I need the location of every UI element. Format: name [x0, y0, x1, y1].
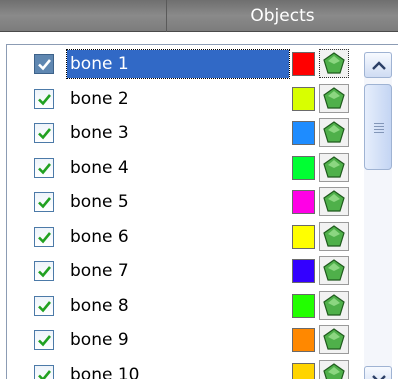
color-swatch[interactable]: [292, 52, 315, 76]
green-polygon-icon: [323, 259, 345, 281]
color-swatch[interactable]: [292, 362, 315, 379]
list-item[interactable]: bone 7: [7, 254, 361, 288]
green-polygon-icon: [323, 86, 345, 109]
green-polygon-icon: [323, 224, 345, 247]
color-swatch[interactable]: [292, 121, 315, 145]
list-item[interactable]: bone 9: [7, 323, 361, 357]
checkmark-icon: [38, 300, 52, 312]
visibility-checkbox[interactable]: [34, 88, 54, 109]
color-swatch[interactable]: [292, 190, 315, 214]
green-polygon-icon: [323, 52, 345, 74]
scroll-down-button[interactable]: [364, 366, 392, 379]
list-item[interactable]: bone 4: [7, 151, 361, 185]
object-type-button[interactable]: [319, 325, 349, 354]
object-type-button[interactable]: [319, 187, 349, 216]
item-label[interactable]: bone 6: [67, 223, 289, 251]
green-polygon-icon: [323, 362, 345, 379]
list-item[interactable]: bone 10: [7, 358, 361, 379]
checkmark-icon: [38, 266, 52, 278]
scroll-thumb[interactable]: [364, 84, 392, 170]
list-item[interactable]: bone 1: [7, 47, 361, 81]
color-swatch[interactable]: [292, 328, 315, 352]
visibility-checkbox[interactable]: [34, 364, 54, 379]
list-item[interactable]: bone 8: [7, 289, 361, 323]
item-label[interactable]: bone 5: [67, 188, 289, 216]
visibility-checkbox[interactable]: [34, 192, 54, 212]
green-polygon-icon: [323, 155, 345, 178]
visibility-checkbox[interactable]: [34, 226, 54, 247]
visibility-checkbox[interactable]: [34, 123, 54, 143]
chevron-up-icon: [372, 61, 386, 70]
chevron-down-icon: [372, 375, 386, 379]
object-type-button[interactable]: [319, 359, 349, 379]
object-type-button[interactable]: [319, 152, 349, 182]
visibility-checkbox[interactable]: [34, 54, 54, 74]
list-item[interactable]: bone 2: [7, 82, 361, 116]
panel-header: Objects: [0, 0, 398, 32]
item-label[interactable]: bone 2: [67, 85, 289, 113]
green-polygon-icon: [323, 328, 345, 350]
checkmark-icon: [38, 128, 52, 140]
scroll-up-button[interactable]: [364, 52, 392, 78]
item-label[interactable]: bone 3: [67, 119, 289, 147]
item-label[interactable]: bone 10: [67, 361, 289, 379]
list-item[interactable]: bone 6: [7, 220, 361, 254]
item-label[interactable]: bone 4: [67, 154, 289, 182]
panel-title: Objects: [166, 0, 398, 32]
object-type-button[interactable]: [319, 49, 349, 78]
object-type-button[interactable]: [319, 221, 349, 251]
visibility-checkbox[interactable]: [34, 157, 54, 178]
item-label[interactable]: bone 8: [67, 292, 289, 320]
color-swatch[interactable]: [292, 155, 315, 180]
checkmark-icon: [38, 231, 52, 243]
object-type-button[interactable]: [319, 83, 349, 113]
checkmark-icon: [38, 369, 52, 379]
checkmark-icon: [38, 335, 52, 347]
color-swatch[interactable]: [292, 259, 315, 283]
color-swatch[interactable]: [292, 293, 315, 318]
color-swatch[interactable]: [292, 224, 315, 249]
color-swatch[interactable]: [292, 86, 315, 111]
checkmark-icon: [38, 197, 52, 209]
visibility-checkbox[interactable]: [34, 261, 54, 281]
object-type-button[interactable]: [319, 256, 349, 285]
visibility-checkbox[interactable]: [34, 295, 54, 316]
object-type-button[interactable]: [319, 290, 349, 320]
visibility-checkbox[interactable]: [34, 330, 54, 350]
checkmark-icon: [38, 162, 52, 174]
checkmark-icon: [38, 59, 52, 71]
list-item[interactable]: bone 3: [7, 116, 361, 150]
green-polygon-icon: [323, 121, 345, 143]
list-item[interactable]: bone 5: [7, 185, 361, 219]
objects-list[interactable]: bone 1 bone 2 bone 3 bone 4 bone 5 bone 6 bone…: [6, 44, 398, 379]
object-type-button[interactable]: [319, 118, 349, 147]
item-label[interactable]: bone 9: [67, 326, 289, 354]
vertical-scrollbar[interactable]: [364, 52, 392, 379]
checkmark-icon: [38, 93, 52, 105]
green-polygon-icon: [323, 293, 345, 316]
item-label[interactable]: bone 7: [67, 257, 289, 285]
item-label[interactable]: bone 1: [66, 49, 290, 79]
green-polygon-icon: [323, 190, 345, 212]
